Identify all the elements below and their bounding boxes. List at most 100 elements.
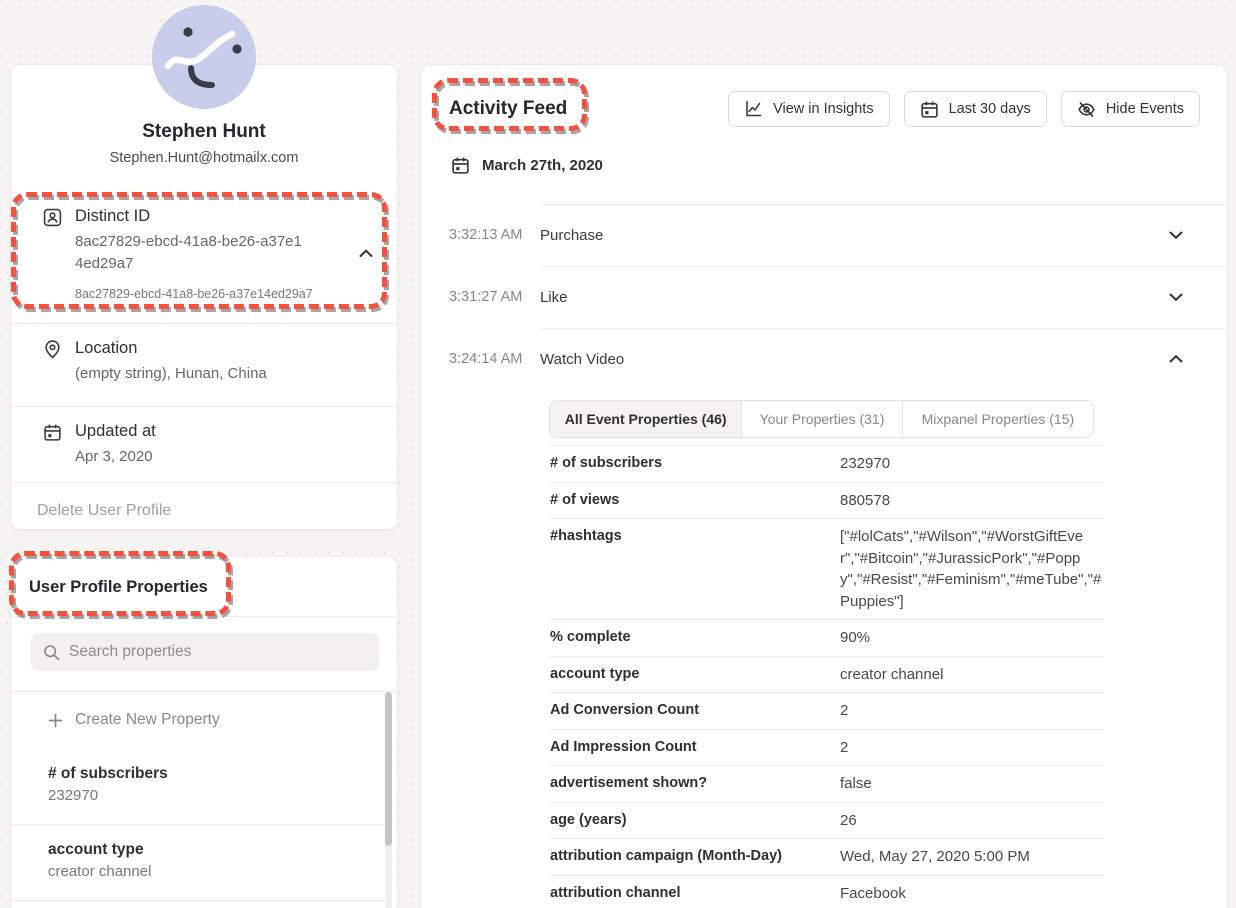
property-row: attribution channelFacebook xyxy=(549,875,1104,908)
property-value: 232970 xyxy=(840,453,1104,475)
location-section: Location (empty string), Hunan, China xyxy=(43,339,381,385)
date-group-header: March 27th, 2020 xyxy=(451,156,603,175)
property-row: #hashtags["#lolCats","#Wilson","#WorstGi… xyxy=(549,518,1104,619)
plus-icon xyxy=(48,713,63,728)
event-time: 3:31:27 AM xyxy=(449,289,540,305)
property-key: # of subscribers xyxy=(549,453,840,475)
property-value: false xyxy=(840,773,1104,795)
chevron-up-icon[interactable] xyxy=(1169,355,1183,364)
distinct-id-label: Distinct ID xyxy=(75,207,347,226)
user-email: Stephen.Hunt@hotmailx.com xyxy=(11,150,397,166)
property-row: # of subscribers232970 xyxy=(549,445,1104,482)
property-value: Wed, May 27, 2020 5:00 PM xyxy=(840,846,1104,868)
property-key: attribution channel xyxy=(549,883,840,905)
event-time: 3:32:13 AM xyxy=(449,227,540,243)
property-list: # of subscribers 232970 account type creato… xyxy=(11,749,385,901)
user-profile-properties-card: User Profile Properties Create New Prope… xyxy=(10,556,398,908)
calendar-icon xyxy=(451,156,470,175)
event-properties-table: # of subscribers232970# of views880578#h… xyxy=(549,445,1104,908)
location-label: Location xyxy=(75,339,347,358)
distinct-id-value: 8ac27829-ebcd-41a8-be26-a37e14ed29a7 xyxy=(75,231,305,275)
button-label: Hide Events xyxy=(1106,101,1184,117)
property-row: Ad Impression Count2 xyxy=(549,729,1104,766)
user-name: Stephen Hunt xyxy=(11,121,397,143)
property-key: #hashtags xyxy=(549,526,840,548)
scrollbar-thumb[interactable] xyxy=(385,692,392,846)
search-properties-field[interactable] xyxy=(31,633,379,671)
property-value: 2 xyxy=(840,737,1104,759)
profile-card: Stephen Hunt Stephen.Hunt@hotmailx.com D… xyxy=(10,64,398,530)
divider xyxy=(11,482,397,483)
property-row: attribution campaign (Month-Day)Wed, May… xyxy=(549,838,1104,875)
button-label: View in Insights xyxy=(773,101,873,117)
property-key: advertisement shown? xyxy=(549,773,840,795)
event-name: Purchase xyxy=(540,227,603,244)
property-name: account type xyxy=(48,841,365,859)
date-group-label: March 27th, 2020 xyxy=(482,157,603,174)
distinct-id-sub-value: 8ac27829-ebcd-41a8-be26-a37e14ed29a7 xyxy=(75,287,347,301)
event-name: Watch Video xyxy=(540,351,624,368)
property-row: age (years)26 xyxy=(549,802,1104,839)
event-row[interactable]: 3:31:27 AMLike xyxy=(421,266,1227,328)
activity-feed-card: Activity Feed View in Insights Last 30 da… xyxy=(420,64,1228,908)
list-item[interactable]: account type creator channel xyxy=(11,825,385,900)
property-value: 232970 xyxy=(48,787,365,804)
activity-feed-title: Activity Feed xyxy=(449,98,567,120)
property-key: age (years) xyxy=(549,810,840,832)
chevron-down-icon[interactable] xyxy=(1169,231,1183,240)
view-in-insights-button[interactable]: View in Insights xyxy=(728,91,889,127)
property-value: ["#lolCats","#Wilson","#WorstGiftEver","… xyxy=(840,526,1104,612)
user-profile-page: Stephen Hunt Stephen.Hunt@hotmailx.com D… xyxy=(0,0,1236,908)
divider xyxy=(11,900,385,901)
property-key: % complete xyxy=(549,627,840,649)
event-list: 3:32:13 AMPurchase3:31:27 AMLike3:24:14 … xyxy=(421,204,1227,390)
event-time: 3:24:14 AM xyxy=(449,351,540,367)
search-icon xyxy=(43,644,60,661)
event-row[interactable]: 3:32:13 AMPurchase xyxy=(421,204,1227,266)
tab-your-properties-31[interactable]: Your Properties (31) xyxy=(742,401,902,437)
hide-events-button[interactable]: Hide Events xyxy=(1061,91,1200,127)
list-item[interactable]: # of subscribers 232970 xyxy=(11,749,385,824)
distinct-id-section[interactable]: Distinct ID 8ac27829-ebcd-41a8-be26-a37e… xyxy=(43,207,381,301)
scrollbar-track[interactable] xyxy=(385,692,392,908)
property-name: # of subscribers xyxy=(48,765,365,783)
property-row: Ad Conversion Count2 xyxy=(549,692,1104,729)
create-new-property-label: Create New Property xyxy=(75,711,220,729)
button-label: Last 30 days xyxy=(949,101,1031,117)
property-row: advertisement shown?false xyxy=(549,765,1104,802)
property-value: 880578 xyxy=(840,490,1104,512)
line-chart-icon xyxy=(744,100,763,118)
property-key: attribution campaign (Month-Day) xyxy=(549,846,840,868)
property-key: Ad Impression Count xyxy=(549,737,840,759)
event-detail-panel: All Event Properties (46)Your Properties… xyxy=(549,400,1104,908)
create-new-property-button[interactable]: Create New Property xyxy=(11,691,385,749)
divider xyxy=(11,616,397,617)
event-property-tabs: All Event Properties (46)Your Properties… xyxy=(549,400,1094,438)
user-profile-properties-title: User Profile Properties xyxy=(29,578,208,597)
property-value: creator channel xyxy=(48,863,365,880)
property-value: 26 xyxy=(840,810,1104,832)
calendar-icon xyxy=(920,100,939,119)
property-value: Facebook xyxy=(840,883,1104,905)
property-row: account typecreator channel xyxy=(549,656,1104,693)
last-30-days-button[interactable]: Last 30 days xyxy=(904,91,1047,127)
tab-mixpanel-properties-15[interactable]: Mixpanel Properties (15) xyxy=(903,401,1093,437)
divider xyxy=(11,406,397,407)
updated-at-section: Updated at Apr 3, 2020 xyxy=(43,422,381,468)
event-name: Like xyxy=(540,289,568,306)
event-row[interactable]: 3:24:14 AMWatch Video xyxy=(421,328,1227,390)
tab-all-event-properties-46[interactable]: All Event Properties (46) xyxy=(550,401,742,437)
search-properties-input[interactable] xyxy=(69,643,367,661)
property-value: 2 xyxy=(840,700,1104,722)
updated-at-value: Apr 3, 2020 xyxy=(75,446,347,468)
updated-at-label: Updated at xyxy=(75,422,347,441)
delete-user-profile-button[interactable]: Delete User Profile xyxy=(37,502,171,520)
id-badge-icon xyxy=(43,207,63,301)
property-row: % complete90% xyxy=(549,619,1104,656)
chevron-down-icon[interactable] xyxy=(1169,293,1183,302)
property-key: # of views xyxy=(549,490,840,512)
eye-off-icon xyxy=(1077,100,1096,119)
chevron-up-icon[interactable] xyxy=(359,245,381,263)
map-pin-icon xyxy=(43,339,63,385)
property-key: account type xyxy=(549,664,840,686)
